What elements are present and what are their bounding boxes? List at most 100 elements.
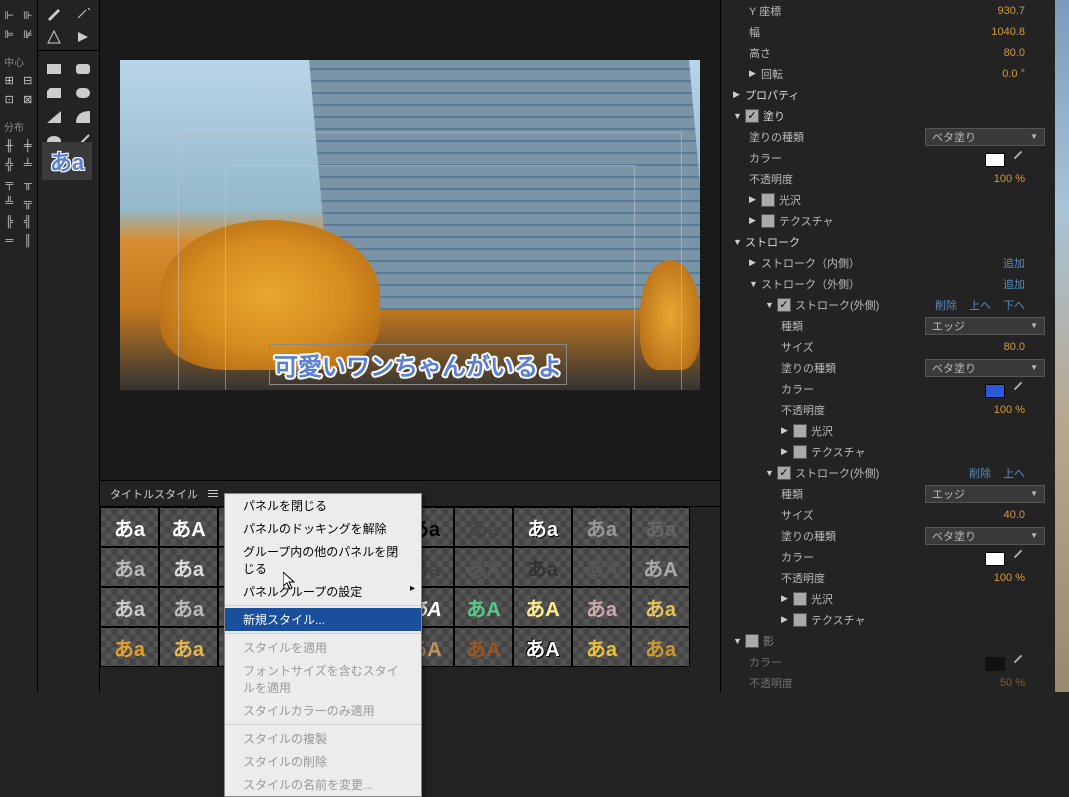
- style-swatch[interactable]: あa: [159, 627, 218, 667]
- menu-panel-group-settings[interactable]: パネルグループの設定: [225, 580, 421, 603]
- twirl-stroke-item-2[interactable]: [765, 468, 775, 478]
- y-value[interactable]: 930.7: [997, 5, 1025, 17]
- menu-close-panel[interactable]: パネルを閉じる: [225, 494, 421, 517]
- stroke1-color-swatch[interactable]: [985, 384, 1005, 398]
- style-swatch[interactable]: あa: [572, 627, 631, 667]
- style-swatch[interactable]: あA: [513, 587, 572, 627]
- twirl-property[interactable]: [733, 89, 743, 100]
- stroke2-filltype-select[interactable]: ベタ塗り: [925, 527, 1045, 545]
- align-tool-3[interactable]: ⊫: [0, 25, 19, 44]
- twirl-stroke2-texture[interactable]: [781, 614, 791, 625]
- eyedropper-icon[interactable]: [1011, 652, 1025, 666]
- menu-apply-with-font[interactable]: フォントサイズを含むスタイルを適用: [225, 659, 421, 699]
- dist-6[interactable]: ╥: [19, 174, 38, 193]
- width-value[interactable]: 1040.8: [991, 26, 1025, 38]
- style-swatch[interactable]: あa: [572, 507, 631, 547]
- twirl-sheen[interactable]: [749, 194, 759, 205]
- style-swatch[interactable]: あa: [159, 587, 218, 627]
- anchor-tool-icon[interactable]: [69, 2, 96, 24]
- style-swatch[interactable]: あa: [513, 507, 572, 547]
- stroke2-size-value[interactable]: 40.0: [1004, 509, 1025, 521]
- style-swatch[interactable]: あa: [100, 587, 159, 627]
- rotation-value[interactable]: 0.0 °: [1002, 68, 1025, 80]
- twirl-stroke-outer[interactable]: [749, 279, 759, 289]
- stroke1-texture-checkbox[interactable]: [793, 445, 807, 459]
- fill-color-swatch[interactable]: [985, 153, 1005, 167]
- dist-5[interactable]: ╤: [0, 174, 19, 193]
- sheen-checkbox[interactable]: [761, 193, 775, 207]
- stroke2-sheen-checkbox[interactable]: [793, 592, 807, 606]
- dist-7[interactable]: ╩: [0, 193, 19, 212]
- style-swatch[interactable]: あa: [454, 507, 513, 547]
- style-swatch[interactable]: あA: [454, 547, 513, 587]
- style-swatch[interactable]: あA: [513, 627, 572, 667]
- style-swatch[interactable]: あA: [454, 587, 513, 627]
- align-tool-4[interactable]: ⊯: [19, 25, 38, 44]
- eyedropper-icon[interactable]: [1011, 148, 1025, 162]
- menu-close-others[interactable]: グループ内の他のパネルを閉じる: [225, 540, 421, 580]
- convert-tool-icon[interactable]: [40, 26, 67, 48]
- current-style-thumb[interactable]: あa: [42, 142, 92, 180]
- stroke1-sheen-checkbox[interactable]: [793, 424, 807, 438]
- style-swatch[interactable]: あA: [572, 547, 631, 587]
- style-swatch[interactable]: あa: [631, 507, 690, 547]
- twirl-stroke2-sheen[interactable]: [781, 593, 791, 604]
- center-tool-3[interactable]: ⊡: [0, 90, 19, 109]
- menu-new-style[interactable]: 新規スタイル...: [225, 608, 421, 631]
- title-styles-tab[interactable]: タイトルスタイル: [110, 486, 198, 502]
- style-swatch[interactable]: あa: [513, 547, 572, 587]
- stroke1-size-value[interactable]: 80.0: [1004, 341, 1025, 353]
- menu-duplicate-style[interactable]: スタイルの複製: [225, 727, 421, 750]
- style-swatch[interactable]: あA: [454, 627, 513, 667]
- stroke2-opacity-value[interactable]: 100 %: [994, 572, 1025, 584]
- wedge-tool-icon[interactable]: [40, 106, 67, 128]
- roundrect-tool-icon[interactable]: [69, 58, 96, 80]
- twirl-stroke-inner[interactable]: [749, 257, 759, 268]
- align-tool-2[interactable]: ⊪: [19, 6, 38, 25]
- arrow-tool-icon[interactable]: [69, 26, 96, 48]
- arc-tool-icon[interactable]: [69, 106, 96, 128]
- stroke2-texture-checkbox[interactable]: [793, 613, 807, 627]
- align-tool-1[interactable]: ⊩: [0, 6, 19, 25]
- shadow-checkbox[interactable]: [745, 634, 759, 648]
- center-h[interactable]: ⊞: [0, 71, 19, 90]
- twirl-texture[interactable]: [749, 215, 759, 226]
- menu-delete-style[interactable]: スタイルの削除: [225, 750, 421, 773]
- style-swatch[interactable]: あa: [100, 507, 159, 547]
- eyedropper-icon[interactable]: [1011, 379, 1025, 393]
- add-outer-stroke-link[interactable]: 追加: [1003, 279, 1025, 291]
- eyedropper-icon[interactable]: [1011, 547, 1025, 561]
- style-swatch[interactable]: あA: [159, 507, 218, 547]
- delete-stroke-2[interactable]: 削除: [969, 468, 991, 480]
- style-swatch[interactable]: あa: [159, 547, 218, 587]
- dist-2[interactable]: ╪: [19, 136, 38, 155]
- dist-10[interactable]: ╣: [19, 212, 38, 231]
- twirl-shadow[interactable]: [733, 636, 743, 646]
- add-inner-stroke-link[interactable]: 追加: [1003, 258, 1025, 270]
- dist-1[interactable]: ╫: [0, 136, 19, 155]
- texture-checkbox[interactable]: [761, 214, 775, 228]
- center-tool-4[interactable]: ⊠: [19, 90, 38, 109]
- pen-tool-icon[interactable]: [40, 2, 67, 24]
- twirl-stroke1-texture[interactable]: [781, 446, 791, 457]
- preview-canvas[interactable]: 可愛いワンちゃんがいるよ: [100, 0, 720, 480]
- dist-9[interactable]: ╠: [0, 212, 19, 231]
- style-swatch[interactable]: あa: [100, 627, 159, 667]
- fill-opacity-value[interactable]: 100 %: [994, 173, 1025, 185]
- fill-checkbox[interactable]: ✓: [745, 109, 759, 123]
- style-swatch[interactable]: あA: [631, 547, 690, 587]
- stroke1-checkbox[interactable]: ✓: [777, 298, 791, 312]
- dist-11[interactable]: ═: [0, 231, 19, 250]
- menu-undock-panel[interactable]: パネルのドッキングを解除: [225, 517, 421, 540]
- stroke2-kind-select[interactable]: エッジ: [925, 485, 1045, 503]
- shadow-color-swatch[interactable]: [985, 657, 1005, 671]
- style-swatch[interactable]: あa: [572, 587, 631, 627]
- style-swatch[interactable]: あa: [100, 547, 159, 587]
- twirl-rotation[interactable]: [749, 68, 759, 79]
- height-value[interactable]: 80.0: [1004, 47, 1025, 59]
- panel-menu-icon[interactable]: [206, 488, 220, 500]
- title-text-object[interactable]: 可愛いワンちゃんがいるよ: [270, 345, 566, 384]
- stroke1-filltype-select[interactable]: ベタ塗り: [925, 359, 1045, 377]
- center-v[interactable]: ⊟: [19, 71, 38, 90]
- clip-rect-tool-icon[interactable]: [40, 82, 67, 104]
